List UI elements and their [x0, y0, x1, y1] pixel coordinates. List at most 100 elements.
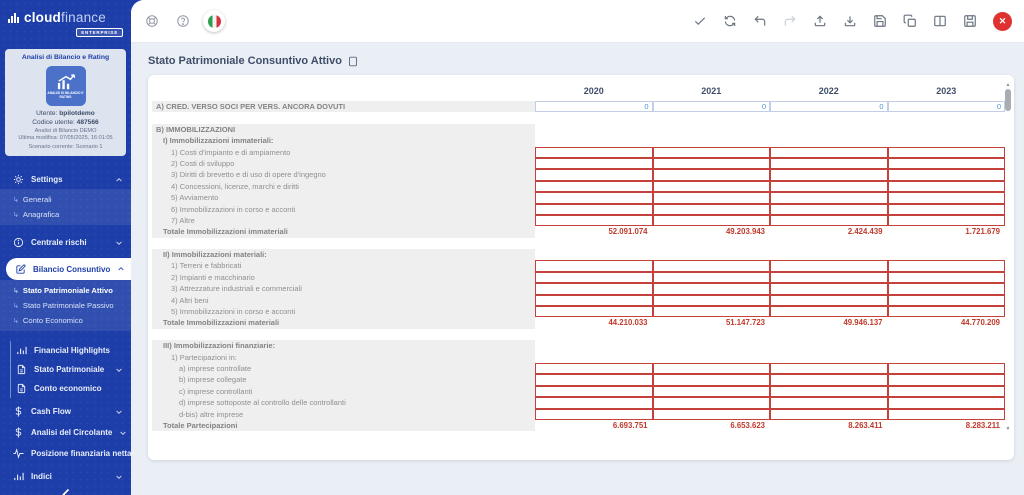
close-button[interactable]: ✕ — [993, 11, 1012, 31]
value-cell-input[interactable] — [887, 362, 1005, 375]
value-cell-input[interactable] — [887, 306, 1005, 318]
collapse-sidebar-button[interactable] — [61, 488, 71, 495]
value-cell-input[interactable] — [887, 283, 1005, 295]
sidebar-item-settings[interactable]: Settings — [0, 170, 131, 189]
value-cell-input[interactable] — [535, 397, 653, 409]
value-cell-input[interactable] — [535, 192, 653, 204]
value-cell-input[interactable] — [887, 385, 1005, 398]
value-cell-input[interactable] — [770, 408, 888, 420]
sidebar-item-indici[interactable]: Indici — [0, 467, 131, 486]
value-cell-input[interactable] — [535, 294, 653, 307]
value-cell-input[interactable] — [770, 283, 888, 295]
value-cell-input[interactable] — [652, 157, 770, 170]
sidebar-subitem-stato-patrimoniale-attivo[interactable]: ↳ Stato Patrimoniale Attivo — [0, 283, 131, 298]
sidebar-item-stato-patrimoniale[interactable]: Stato Patrimoniale — [10, 360, 131, 379]
value-cell-input[interactable] — [535, 169, 653, 181]
value-cell-input[interactable] — [887, 180, 1005, 193]
value-cell-input[interactable] — [535, 271, 653, 284]
value-cell-input[interactable] — [535, 408, 653, 420]
value-cell-input[interactable] — [535, 306, 653, 318]
value-cell-input[interactable] — [770, 306, 888, 318]
upload-button[interactable] — [809, 10, 831, 32]
value-cell-input[interactable] — [770, 180, 888, 193]
value-cell-input[interactable] — [535, 362, 653, 375]
value-cell-input[interactable] — [652, 397, 770, 409]
value-cell-input[interactable] — [652, 362, 770, 375]
value-cell-input[interactable] — [770, 397, 888, 409]
value-cell-input[interactable] — [652, 146, 770, 158]
value-cell-input[interactable] — [652, 283, 770, 295]
value-cell-input[interactable] — [535, 260, 653, 272]
save-button[interactable] — [869, 10, 891, 32]
value-cell-input[interactable] — [770, 214, 888, 227]
sync-button[interactable] — [719, 10, 741, 32]
copy-button[interactable] — [899, 10, 921, 32]
sidebar-subitem-anagrafica[interactable]: ↳ Anagrafica — [0, 207, 131, 222]
scroll-thumb[interactable] — [1005, 89, 1011, 111]
value-cell-input[interactable] — [535, 374, 653, 386]
duplicate-page-icon[interactable] — [348, 56, 358, 67]
value-cell-input[interactable] — [652, 294, 770, 307]
sidebar-item-cash-flow[interactable]: Cash Flow — [0, 402, 131, 421]
value-cell-input[interactable] — [770, 203, 888, 215]
sidebar-item-conto-economico-main[interactable]: Conto economico — [10, 379, 131, 398]
value-cell-input[interactable] — [887, 408, 1005, 420]
sidebar-subitem-generali[interactable]: ↳ Generali — [0, 192, 131, 207]
value-cell-input[interactable] — [652, 408, 770, 420]
value-cell-input[interactable] — [535, 146, 653, 158]
sidebar-item-centrale-rischi[interactable]: Centrale rischi — [0, 233, 131, 252]
sidebar-subitem-stato-patrimoniale-passivo[interactable]: ↳ Stato Patrimoniale Passivo — [0, 298, 131, 313]
support-button[interactable] — [141, 10, 163, 32]
value-cell-input[interactable] — [887, 294, 1005, 307]
value-cell-input[interactable] — [887, 146, 1005, 158]
value-cell-input[interactable] — [887, 397, 1005, 409]
split-view-button[interactable] — [929, 10, 951, 32]
value-cell-input[interactable] — [535, 180, 653, 193]
value-cell-input[interactable] — [770, 192, 888, 204]
value-cell-input[interactable] — [887, 271, 1005, 284]
value-cell-input[interactable] — [652, 214, 770, 227]
save-all-button[interactable] — [959, 10, 981, 32]
value-cell-input[interactable] — [887, 214, 1005, 227]
scroll-up-icon[interactable]: ▲ — [1006, 82, 1011, 88]
value-cell-input[interactable] — [652, 192, 770, 204]
value-cell-input[interactable] — [770, 374, 888, 386]
value-cell-input[interactable] — [652, 203, 770, 215]
value-cell-input[interactable] — [770, 169, 888, 181]
value-cell-input[interactable] — [535, 385, 653, 398]
sidebar-item-analisi-del-circolante[interactable]: Analisi del Circolante — [0, 423, 131, 442]
value-cell-input[interactable] — [770, 385, 888, 398]
sidebar-item-financial-highlights[interactable]: Financial Highlights — [10, 341, 131, 360]
sidebar-item-bilancio-consuntivo[interactable]: Bilancio Consuntivo — [6, 258, 131, 280]
check-button[interactable] — [689, 10, 711, 32]
value-cell-input[interactable] — [652, 180, 770, 193]
value-cell-input[interactable] — [770, 294, 888, 307]
language-flag-button[interactable] — [203, 10, 225, 32]
value-cell-input[interactable] — [652, 374, 770, 386]
value-cell-input[interactable] — [652, 385, 770, 398]
redo-button[interactable] — [779, 10, 801, 32]
value-cell-input[interactable] — [887, 192, 1005, 204]
value-cell-input[interactable] — [887, 157, 1005, 170]
sidebar-item-posizione-finanziaria-netta[interactable]: Posizione finanziaria netta — [0, 444, 131, 463]
value-cell-input[interactable] — [887, 169, 1005, 181]
value-cell-input[interactable] — [535, 157, 653, 170]
download-button[interactable] — [839, 10, 861, 32]
value-cell-input[interactable] — [652, 169, 770, 181]
value-cell-input[interactable]: 0 — [887, 101, 1005, 113]
value-cell-input[interactable]: 0 — [535, 101, 653, 113]
help-button[interactable] — [172, 10, 194, 32]
value-cell-input[interactable]: 0 — [770, 101, 888, 113]
value-cell-input[interactable] — [535, 203, 653, 215]
scroll-down-icon[interactable]: ▼ — [1006, 426, 1011, 432]
value-cell-input[interactable] — [887, 203, 1005, 215]
undo-button[interactable] — [749, 10, 771, 32]
sidebar-subitem-conto-economico[interactable]: ↳ Conto Economico — [0, 313, 131, 328]
value-cell-input[interactable] — [535, 214, 653, 227]
value-cell-input[interactable] — [887, 374, 1005, 386]
value-cell-input[interactable] — [770, 260, 888, 272]
value-cell-input[interactable] — [652, 260, 770, 272]
value-cell-input[interactable] — [652, 271, 770, 284]
value-cell-input[interactable] — [887, 260, 1005, 272]
value-cell-input[interactable] — [770, 362, 888, 375]
